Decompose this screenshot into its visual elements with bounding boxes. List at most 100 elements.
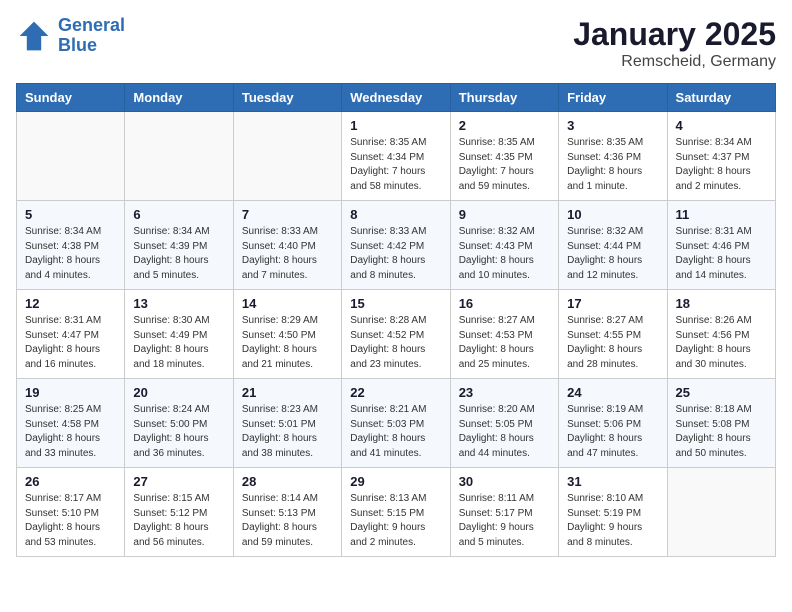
day-number: 4: [676, 118, 767, 133]
day-info: Sunrise: 8:32 AM Sunset: 4:44 PM Dayligh…: [567, 225, 658, 283]
calendar-cell: 15Sunrise: 8:28 AM Sunset: 4:52 PM Dayli…: [342, 290, 450, 379]
day-number: 15: [350, 296, 441, 311]
day-info: Sunrise: 8:27 AM Sunset: 4:55 PM Dayligh…: [567, 314, 658, 372]
day-info: Sunrise: 8:23 AM Sunset: 5:01 PM Dayligh…: [242, 403, 333, 461]
day-header-saturday: Saturday: [667, 84, 775, 112]
day-number: 24: [567, 385, 658, 400]
calendar-cell: [233, 112, 341, 201]
calendar-cell: 5 Sunrise: 8:34 AM Sunset: 4:38 PM Daylig…: [17, 201, 125, 290]
page-header: General Blue January 2025 Remscheid, Ger…: [16, 16, 776, 71]
calendar-cell: 19Sunrise: 8:25 AM Sunset: 4:58 PM Dayli…: [17, 379, 125, 468]
day-number: 28: [242, 474, 333, 489]
day-header-monday: Monday: [125, 84, 233, 112]
logo: General Blue: [16, 16, 125, 56]
calendar-week-2: 5 Sunrise: 8:34 AM Sunset: 4:38 PM Daylig…: [17, 201, 776, 290]
calendar-title-block: January 2025 Remscheid, Germany: [573, 16, 776, 71]
day-number: 18: [676, 296, 767, 311]
day-number: 22: [350, 385, 441, 400]
logo-icon: [16, 18, 52, 54]
calendar-cell: 24 Sunrise: 8:19 AM Sunset: 5:06 PM Dayli…: [559, 379, 667, 468]
day-number: 1: [350, 118, 441, 133]
logo-name2: Blue: [58, 35, 97, 55]
day-info: Sunrise: 8:34 AM Sunset: 4:39 PM Dayligh…: [133, 225, 224, 283]
day-header-thursday: Thursday: [450, 84, 558, 112]
calendar-cell: 18 Sunrise: 8:26 AM Sunset: 4:56 PM Dayli…: [667, 290, 775, 379]
day-number: 21: [242, 385, 333, 400]
day-number: 23: [459, 385, 550, 400]
calendar-cell: 29 Sunrise: 8:13 AM Sunset: 5:15 PM Dayli…: [342, 468, 450, 557]
day-number: 2: [459, 118, 550, 133]
calendar-cell: 11Sunrise: 8:31 AM Sunset: 4:46 PM Dayli…: [667, 201, 775, 290]
day-info: Sunrise: 8:18 AM Sunset: 5:08 PM Dayligh…: [676, 403, 767, 461]
calendar-cell: 30Sunrise: 8:11 AM Sunset: 5:17 PM Dayli…: [450, 468, 558, 557]
day-info: Sunrise: 8:31 AM Sunset: 4:47 PM Dayligh…: [25, 314, 116, 372]
day-info: Sunrise: 8:24 AM Sunset: 5:00 PM Dayligh…: [133, 403, 224, 461]
day-info: Sunrise: 8:35 AM Sunset: 4:35 PM Dayligh…: [459, 136, 550, 194]
day-info: Sunrise: 8:15 AM Sunset: 5:12 PM Dayligh…: [133, 492, 224, 550]
calendar-cell: 8Sunrise: 8:33 AM Sunset: 4:42 PM Daylig…: [342, 201, 450, 290]
calendar-header-row: SundayMondayTuesdayWednesdayThursdayFrid…: [17, 84, 776, 112]
calendar-cell: 14Sunrise: 8:29 AM Sunset: 4:50 PM Dayli…: [233, 290, 341, 379]
day-number: 5: [25, 207, 116, 222]
calendar-cell: 23Sunrise: 8:20 AM Sunset: 5:05 PM Dayli…: [450, 379, 558, 468]
day-header-sunday: Sunday: [17, 84, 125, 112]
calendar-title: January 2025: [573, 16, 776, 53]
day-number: 13: [133, 296, 224, 311]
day-number: 17: [567, 296, 658, 311]
day-info: Sunrise: 8:13 AM Sunset: 5:15 PM Dayligh…: [350, 492, 441, 550]
calendar-week-3: 12Sunrise: 8:31 AM Sunset: 4:47 PM Dayli…: [17, 290, 776, 379]
day-header-wednesday: Wednesday: [342, 84, 450, 112]
day-info: Sunrise: 8:11 AM Sunset: 5:17 PM Dayligh…: [459, 492, 550, 550]
day-info: Sunrise: 8:26 AM Sunset: 4:56 PM Dayligh…: [676, 314, 767, 372]
calendar-cell: [125, 112, 233, 201]
calendar-cell: 25 Sunrise: 8:18 AM Sunset: 5:08 PM Dayli…: [667, 379, 775, 468]
calendar-cell: 28Sunrise: 8:14 AM Sunset: 5:13 PM Dayli…: [233, 468, 341, 557]
calendar-cell: 4 Sunrise: 8:34 AM Sunset: 4:37 PM Daylig…: [667, 112, 775, 201]
day-number: 10: [567, 207, 658, 222]
calendar-cell: 13 Sunrise: 8:30 AM Sunset: 4:49 PM Dayli…: [125, 290, 233, 379]
day-info: Sunrise: 8:30 AM Sunset: 4:49 PM Dayligh…: [133, 314, 224, 372]
day-number: 19: [25, 385, 116, 400]
calendar-cell: 27 Sunrise: 8:15 AM Sunset: 5:12 PM Dayli…: [125, 468, 233, 557]
calendar-week-1: 1 Sunrise: 8:35 AM Sunset: 4:34 PM Daylig…: [17, 112, 776, 201]
calendar-cell: 20 Sunrise: 8:24 AM Sunset: 5:00 PM Dayli…: [125, 379, 233, 468]
day-info: Sunrise: 8:35 AM Sunset: 4:36 PM Dayligh…: [567, 136, 658, 194]
day-header-tuesday: Tuesday: [233, 84, 341, 112]
day-info: Sunrise: 8:34 AM Sunset: 4:38 PM Dayligh…: [25, 225, 116, 283]
day-number: 27: [133, 474, 224, 489]
day-number: 7: [242, 207, 333, 222]
day-info: Sunrise: 8:32 AM Sunset: 4:43 PM Dayligh…: [459, 225, 550, 283]
calendar-cell: 26Sunrise: 8:17 AM Sunset: 5:10 PM Dayli…: [17, 468, 125, 557]
calendar-cell: 6Sunrise: 8:34 AM Sunset: 4:39 PM Daylig…: [125, 201, 233, 290]
day-number: 16: [459, 296, 550, 311]
calendar-cell: 1 Sunrise: 8:35 AM Sunset: 4:34 PM Daylig…: [342, 112, 450, 201]
calendar-cell: [667, 468, 775, 557]
day-number: 25: [676, 385, 767, 400]
day-number: 31: [567, 474, 658, 489]
calendar-cell: 22Sunrise: 8:21 AM Sunset: 5:03 PM Dayli…: [342, 379, 450, 468]
calendar-table: SundayMondayTuesdayWednesdayThursdayFrid…: [16, 83, 776, 557]
day-info: Sunrise: 8:29 AM Sunset: 4:50 PM Dayligh…: [242, 314, 333, 372]
day-info: Sunrise: 8:19 AM Sunset: 5:06 PM Dayligh…: [567, 403, 658, 461]
calendar-cell: 7Sunrise: 8:33 AM Sunset: 4:40 PM Daylig…: [233, 201, 341, 290]
day-number: 29: [350, 474, 441, 489]
calendar-cell: 3 Sunrise: 8:35 AM Sunset: 4:36 PM Daylig…: [559, 112, 667, 201]
day-info: Sunrise: 8:27 AM Sunset: 4:53 PM Dayligh…: [459, 314, 550, 372]
day-info: Sunrise: 8:35 AM Sunset: 4:34 PM Dayligh…: [350, 136, 441, 194]
calendar-cell: 21 Sunrise: 8:23 AM Sunset: 5:01 PM Dayli…: [233, 379, 341, 468]
calendar-cell: 9Sunrise: 8:32 AM Sunset: 4:43 PM Daylig…: [450, 201, 558, 290]
day-info: Sunrise: 8:17 AM Sunset: 5:10 PM Dayligh…: [25, 492, 116, 550]
calendar-cell: 17 Sunrise: 8:27 AM Sunset: 4:55 PM Dayli…: [559, 290, 667, 379]
day-number: 20: [133, 385, 224, 400]
day-number: 11: [676, 207, 767, 222]
calendar-cell: 12Sunrise: 8:31 AM Sunset: 4:47 PM Dayli…: [17, 290, 125, 379]
calendar-week-5: 26Sunrise: 8:17 AM Sunset: 5:10 PM Dayli…: [17, 468, 776, 557]
logo-text: General Blue: [58, 16, 125, 56]
day-number: 3: [567, 118, 658, 133]
day-info: Sunrise: 8:10 AM Sunset: 5:19 PM Dayligh…: [567, 492, 658, 550]
calendar-cell: [17, 112, 125, 201]
calendar-cell: 31 Sunrise: 8:10 AM Sunset: 5:19 PM Dayli…: [559, 468, 667, 557]
day-info: Sunrise: 8:33 AM Sunset: 4:42 PM Dayligh…: [350, 225, 441, 283]
day-info: Sunrise: 8:34 AM Sunset: 4:37 PM Dayligh…: [676, 136, 767, 194]
logo-name1: General: [58, 15, 125, 35]
